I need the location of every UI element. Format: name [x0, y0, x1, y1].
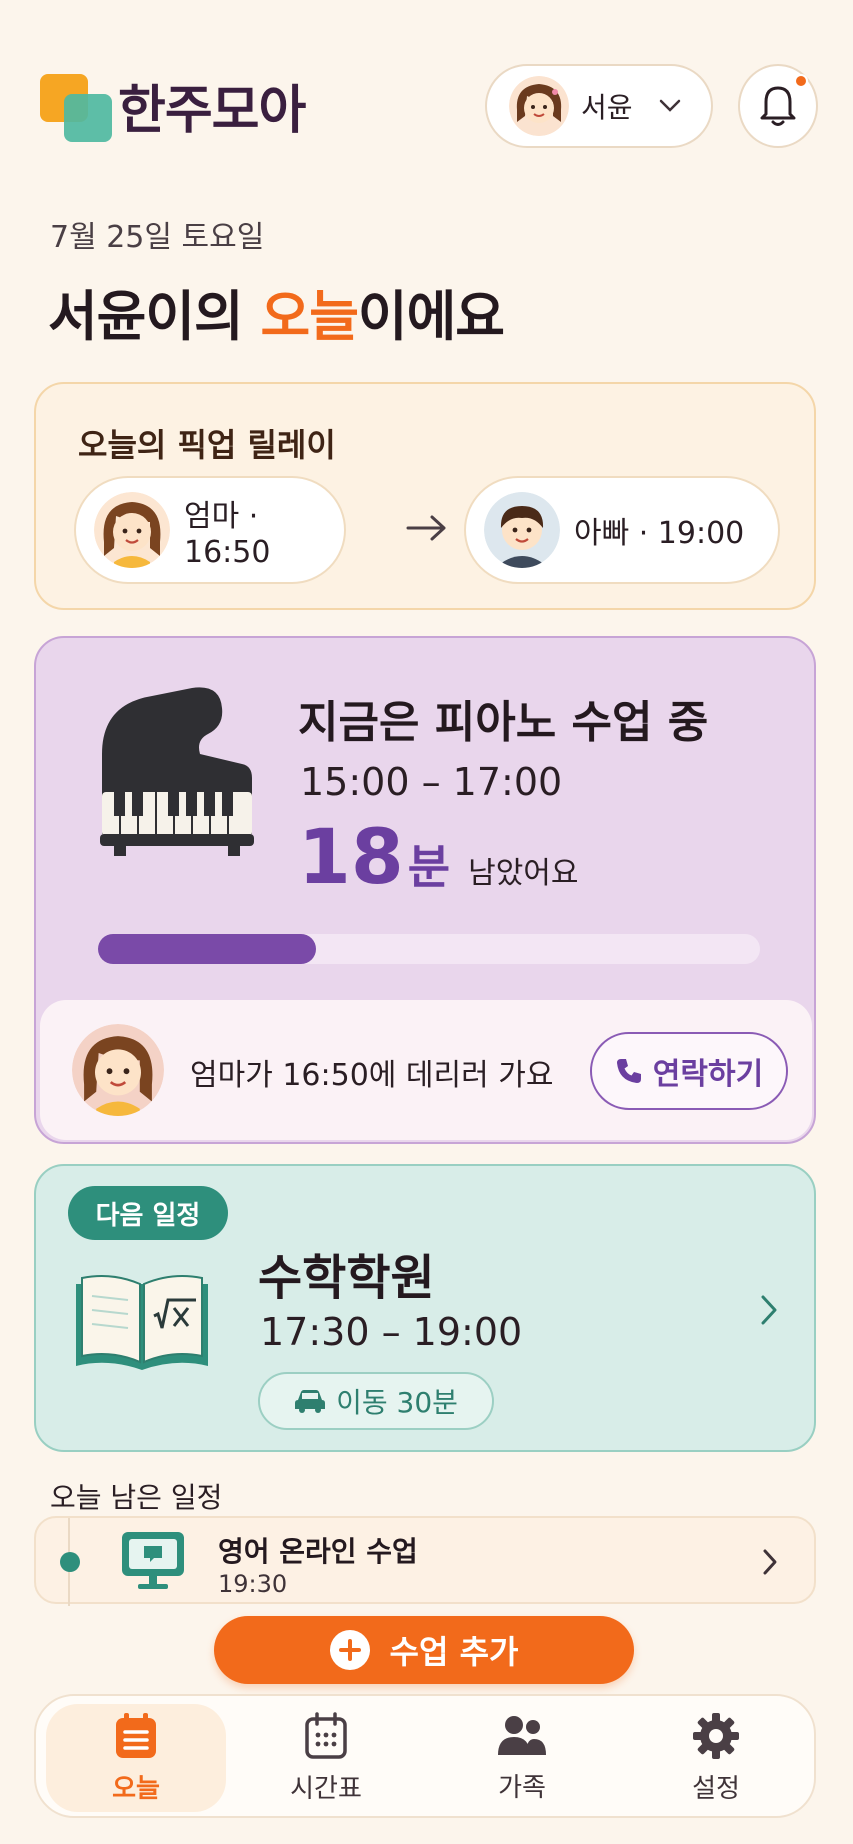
- notification-dot: [794, 74, 808, 88]
- mom-avatar: [94, 492, 170, 568]
- current-activity-title: 지금은 피아노 수업 중: [298, 697, 709, 748]
- contact-button[interactable]: 연락하기: [590, 1032, 788, 1110]
- math-book-icon: [76, 1275, 208, 1370]
- next-schedule-time: 17:30 – 19:00: [260, 1310, 523, 1354]
- notification-button[interactable]: [738, 64, 818, 148]
- mom-avatar: [72, 1024, 164, 1116]
- travel-time-badge: 이동 30분: [258, 1372, 494, 1430]
- chevron-down-icon: [659, 99, 681, 112]
- next-schedule-card[interactable]: 다음 일정 수학학원 17:30 – 19:00 이동 30분: [34, 1164, 816, 1452]
- chevron-right-icon: [763, 1549, 777, 1575]
- progress-fill: [98, 934, 317, 964]
- dad-avatar: [484, 492, 560, 568]
- activity-progress-bar: [98, 934, 760, 964]
- profile-name: 서윤: [581, 91, 633, 124]
- relay-title: 오늘의 픽업 릴레이: [78, 426, 336, 464]
- today-date: 7월 25일 토요일: [50, 220, 265, 255]
- calendar-icon: [305, 1711, 347, 1759]
- nav-item-settings[interactable]: 설정: [626, 1704, 806, 1812]
- car-icon: [295, 1390, 326, 1413]
- list-icon: [116, 1712, 156, 1758]
- timeline-dot: [60, 1552, 80, 1572]
- family-icon: [498, 1715, 546, 1755]
- online-class-icon: [122, 1532, 184, 1589]
- next-badge: 다음 일정: [68, 1186, 228, 1240]
- app-name: 한주모아: [118, 81, 306, 141]
- add-class-button[interactable]: 수업 추가: [214, 1616, 634, 1684]
- schedule-item-title: 영어 온라인 수업: [218, 1535, 418, 1568]
- current-activity-card[interactable]: 지금은 피아노 수업 중 15:00 – 17:00 18 분 남았어요 엄마가…: [34, 636, 816, 1144]
- profile-switcher[interactable]: 서윤: [485, 64, 713, 148]
- schedule-item-time: 19:30: [218, 1570, 288, 1598]
- child-avatar: [509, 76, 569, 136]
- phone-icon: [616, 1059, 641, 1083]
- next-schedule-title: 수학학원: [258, 1250, 435, 1306]
- pickup-info-row: 엄마가 16:50에 데리러 가요 연락하기: [40, 1000, 812, 1140]
- relay-item-dad[interactable]: 아빠 · 19:00: [464, 476, 780, 584]
- nav-item-timetable[interactable]: 시간표: [236, 1704, 416, 1812]
- nav-item-today[interactable]: 오늘: [46, 1704, 226, 1812]
- schedule-list-item[interactable]: 영어 온라인 수업 19:30: [34, 1516, 816, 1606]
- chevron-right-icon[interactable]: [760, 1294, 778, 1326]
- nav-item-family[interactable]: 가족: [432, 1704, 612, 1812]
- plus-icon: [329, 1630, 370, 1670]
- remaining-schedule-title: 오늘 남은 일정: [50, 1481, 223, 1514]
- app-logo-icon: [40, 70, 130, 142]
- pickup-text: 엄마가 16:50에 데리러 가요: [190, 1058, 554, 1093]
- time-remaining: 18 분 남았어요: [298, 812, 579, 901]
- current-activity-time: 15:00 – 17:00: [300, 760, 563, 804]
- relay-item-mom[interactable]: 엄마 · 16:50: [74, 476, 346, 584]
- pickup-relay-card: 오늘의 픽업 릴레이 엄마 · 16:50 아빠 · 19:00: [34, 382, 816, 610]
- arrow-right-icon: [406, 515, 446, 541]
- bottom-nav: 오늘 시간표 가족 설정: [34, 1694, 816, 1818]
- relay-item-label: 아빠 · 19:00: [574, 516, 745, 551]
- piano-icon: [100, 687, 254, 856]
- page-title: 서윤이의 오늘이에요: [48, 285, 505, 348]
- relay-item-label: 엄마 · 16:50: [184, 498, 271, 570]
- gear-icon: [693, 1712, 739, 1759]
- bell-icon: [760, 86, 796, 126]
